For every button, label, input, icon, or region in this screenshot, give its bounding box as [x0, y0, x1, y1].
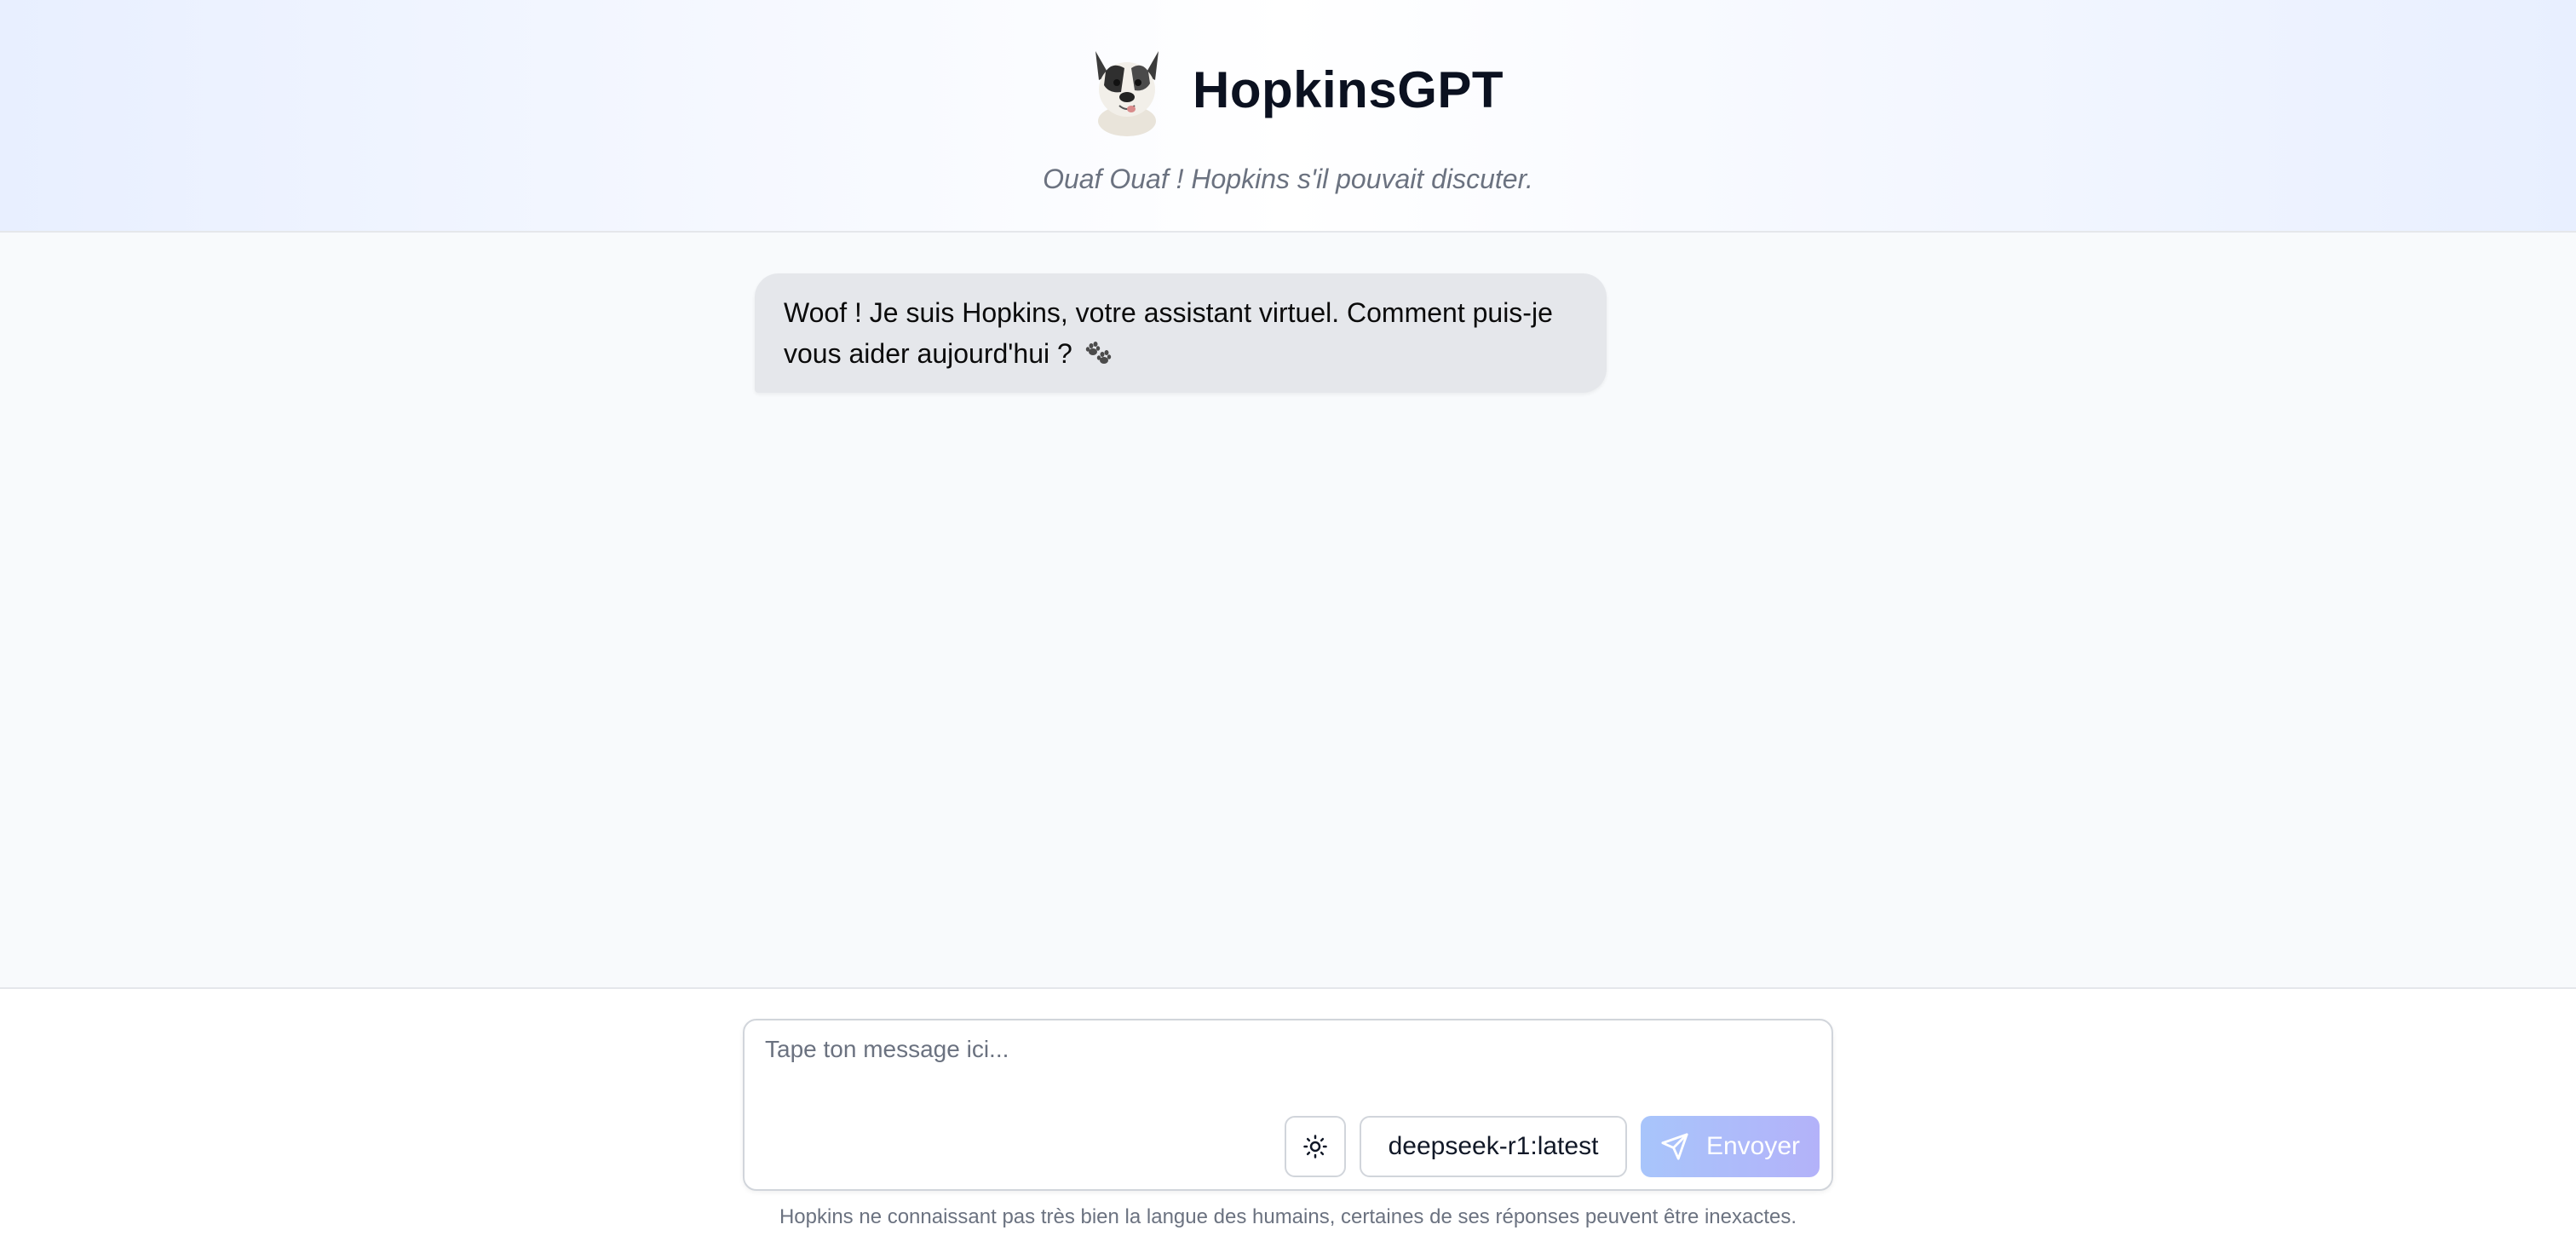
message-composer: deepseek-r1:latest Envoyer [743, 1019, 1833, 1191]
app-title: HopkinsGPT [1193, 60, 1504, 118]
french-bulldog-icon [1095, 51, 1159, 136]
brand: HopkinsGPT [1087, 43, 1504, 136]
send-icon [1661, 1133, 1688, 1160]
send-button[interactable]: Envoyer [1641, 1116, 1820, 1177]
theme-toggle-button[interactable] [1285, 1116, 1346, 1177]
paw-prints-icon [1085, 342, 1111, 364]
app-header: HopkinsGPT Ouaf Ouaf ! Hopkins s'il pouv… [0, 0, 2576, 233]
message-text: Woof ! Je suis Hopkins, votre assistant … [784, 297, 1553, 369]
sun-icon [1303, 1135, 1327, 1158]
disclaimer-text: Hopkins ne connaissant pas très bien la … [779, 1205, 1797, 1228]
message-input[interactable] [765, 1036, 1804, 1104]
chat-area: Woof ! Je suis Hopkins, votre assistant … [0, 234, 2576, 987]
app-tagline: Ouaf Ouaf ! Hopkins s'il pouvait discute… [1043, 164, 1533, 194]
model-label: deepseek-r1:latest [1388, 1132, 1599, 1160]
send-label: Envoyer [1705, 1132, 1801, 1160]
input-footer: deepseek-r1:latest Envoyer Hopkins ne co… [0, 987, 2576, 1259]
model-selector-button[interactable]: deepseek-r1:latest [1360, 1116, 1627, 1177]
assistant-message: Woof ! Je suis Hopkins, votre assistant … [755, 273, 1607, 393]
